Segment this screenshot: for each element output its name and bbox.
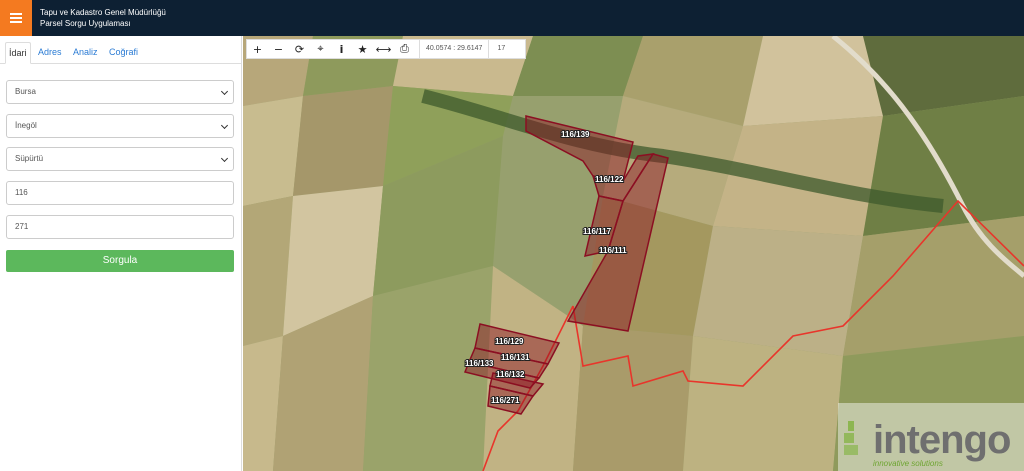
refresh-icon[interactable]: ⟳ <box>289 40 310 58</box>
coordinate-readout: 40.0574 : 29.6147 <box>419 40 490 58</box>
parcel-label: 116/131 <box>501 353 530 362</box>
print-icon[interactable]: ⎙ <box>394 40 415 58</box>
parcel-number-input[interactable]: 271 <box>6 215 234 239</box>
app-title: Tapu ve Kadastro Genel Müdürlüğü Parsel … <box>40 7 166 29</box>
menu-icon <box>10 17 22 19</box>
sidebar: İdari Adres Analiz Coğrafi Bursa İnegöl … <box>0 36 242 471</box>
app-header: Tapu ve Kadastro Genel Müdürlüğü Parsel … <box>0 0 1024 36</box>
map-toolbar: + − ⟳ ⌖ i ★ ⟷ ⎙ 40.0574 : 29.6147 17 <box>246 39 526 59</box>
info-icon[interactable]: i <box>331 40 352 58</box>
app-title-line2: Parsel Sorgu Uygulaması <box>40 19 131 28</box>
tab-cografi[interactable]: Coğrafi <box>106 42 141 64</box>
hamburger-menu-button[interactable] <box>0 0 32 36</box>
watermark-tagline: innovative solutions <box>873 459 943 468</box>
parcel-label: 116/133 <box>465 359 494 368</box>
parcel-label: 116/111 <box>599 246 627 255</box>
tab-idari[interactable]: İdari <box>5 42 31 64</box>
zoom-in-icon[interactable]: + <box>247 40 268 58</box>
watermark-brand: intengo <box>873 418 1011 462</box>
favorite-icon[interactable]: ★ <box>352 40 373 58</box>
intengo-logo-icon <box>844 421 858 455</box>
tab-analiz[interactable]: Analiz <box>70 42 101 64</box>
sidebar-tabs: İdari Adres Analiz Coğrafi <box>0 42 242 64</box>
neighborhood-select[interactable]: Süpürtü <box>6 147 234 171</box>
parcel-label: 116/132 <box>496 370 525 379</box>
province-select[interactable]: Bursa <box>6 80 234 104</box>
locate-icon[interactable]: ⌖ <box>310 40 331 58</box>
parcel-label: 116/117 <box>583 227 612 236</box>
tab-adres[interactable]: Adres <box>35 42 65 64</box>
parcel-label: 116/122 <box>595 175 624 184</box>
zoom-level: 17 <box>497 45 506 52</box>
app-title-line1: Tapu ve Kadastro Genel Müdürlüğü <box>40 8 166 17</box>
query-button[interactable]: Sorgula <box>6 250 234 272</box>
parcel-label: 116/139 <box>561 130 590 139</box>
parcel-label: 116/129 <box>495 337 524 346</box>
block-number-input[interactable]: 116 <box>6 181 234 205</box>
parcel-label: 116/271 <box>491 396 520 405</box>
zoom-out-icon[interactable]: − <box>268 40 289 58</box>
district-select[interactable]: İnegöl <box>6 114 234 138</box>
measure-icon[interactable]: ⟷ <box>373 40 394 58</box>
